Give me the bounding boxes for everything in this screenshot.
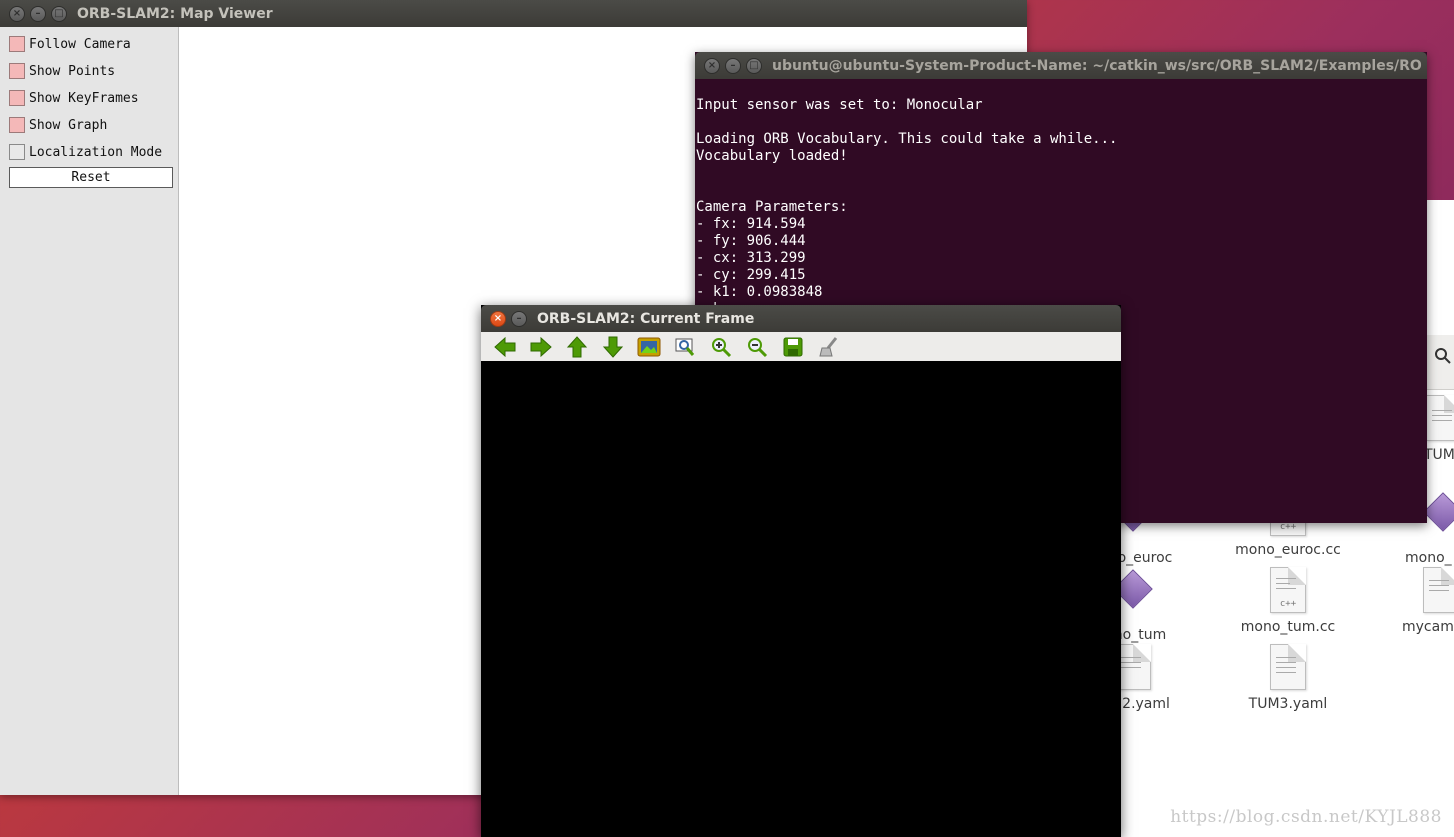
options-panel: Follow Camera Show Points Show KeyFrames… [4, 27, 179, 795]
checkbox-label: Show Graph [29, 117, 108, 133]
maximize-icon[interactable]: □ [746, 57, 762, 74]
close-icon[interactable]: × [704, 57, 720, 74]
arrow-down-icon[interactable] [595, 333, 631, 361]
save-icon[interactable] [775, 333, 811, 361]
file-label: mono_euroc.cc [1235, 542, 1341, 558]
current-frame-titlebar[interactable]: × – ORB-SLAM2: Current Frame [481, 305, 1121, 332]
show-keyframes-checkbox[interactable]: Show KeyFrames [9, 89, 139, 107]
file-mono-tum-cc[interactable]: c++ mono_tum.cc [1228, 567, 1348, 635]
current-frame-window: × – ORB-SLAM2: Current Frame [481, 305, 1121, 837]
checkbox-label: Follow Camera [29, 36, 131, 52]
terminal-titlebar[interactable]: × – □ ubuntu@ubuntu-System-Product-Name:… [695, 52, 1427, 79]
executable-icon [1423, 492, 1454, 532]
window-title: ORB-SLAM2: Map Viewer [77, 5, 273, 22]
file-label: mono_tum.cc [1240, 619, 1336, 635]
frame-image-view[interactable] [481, 361, 1121, 837]
image-icon[interactable] [631, 333, 667, 361]
arrow-right-icon[interactable] [523, 333, 559, 361]
file-label: mycam. [1402, 619, 1454, 635]
cpp-file-icon: c++ [1270, 567, 1306, 613]
minimize-icon[interactable]: – [725, 57, 741, 74]
localization-mode-checkbox[interactable]: Localization Mode [9, 143, 162, 161]
watermark: https://blog.csdn.net/KYJL888 [1170, 807, 1442, 827]
reset-button[interactable]: Reset [9, 167, 173, 188]
checkbox-label: Show Points [29, 63, 116, 79]
arrow-up-icon[interactable] [559, 333, 595, 361]
document-icon [1423, 567, 1454, 613]
arrow-left-icon[interactable] [487, 333, 523, 361]
show-graph-checkbox[interactable]: Show Graph [9, 116, 107, 134]
show-points-checkbox[interactable]: Show Points [9, 62, 115, 80]
checkbox-label: Localization Mode [29, 144, 163, 160]
window-title: ubuntu@ubuntu-System-Product-Name: ~/cat… [772, 57, 1422, 74]
zoom-in-icon[interactable] [703, 333, 739, 361]
file-label: o_euroc [1117, 550, 1173, 566]
checkbox-box[interactable] [9, 117, 25, 133]
follow-camera-checkbox[interactable]: Follow Camera [9, 35, 131, 53]
document-icon [1270, 644, 1306, 690]
close-icon[interactable]: × [9, 5, 25, 22]
frame-toolbar [481, 332, 1121, 362]
clear-icon[interactable] [811, 333, 847, 361]
checkbox-box[interactable] [9, 144, 25, 160]
checkbox-box[interactable] [9, 63, 25, 79]
file-mycam-yaml[interactable]: mycam. [1388, 567, 1454, 635]
file-tum3-yaml[interactable]: TUM3.yaml [1228, 644, 1348, 712]
file-label: TUM3.yaml [1248, 696, 1328, 712]
map-viewer-titlebar[interactable]: × – □ ORB-SLAM2: Map Viewer [0, 0, 1027, 27]
window-title: ORB-SLAM2: Current Frame [537, 310, 755, 327]
maximize-icon[interactable]: □ [51, 5, 67, 22]
zoom-out-icon[interactable] [739, 333, 775, 361]
file-label: mono_ [1405, 550, 1452, 566]
minimize-icon[interactable]: – [511, 310, 527, 327]
checkbox-box[interactable] [9, 90, 25, 106]
close-icon[interactable]: × [490, 310, 506, 327]
minimize-icon[interactable]: – [30, 5, 46, 22]
file-label: no_tum [1113, 627, 1167, 643]
checkbox-label: Show KeyFrames [29, 90, 139, 106]
file-label: TUM1.y [1424, 447, 1454, 463]
zoom-fit-icon[interactable] [667, 333, 703, 361]
search-icon[interactable] [1434, 347, 1454, 367]
checkbox-box[interactable] [9, 36, 25, 52]
